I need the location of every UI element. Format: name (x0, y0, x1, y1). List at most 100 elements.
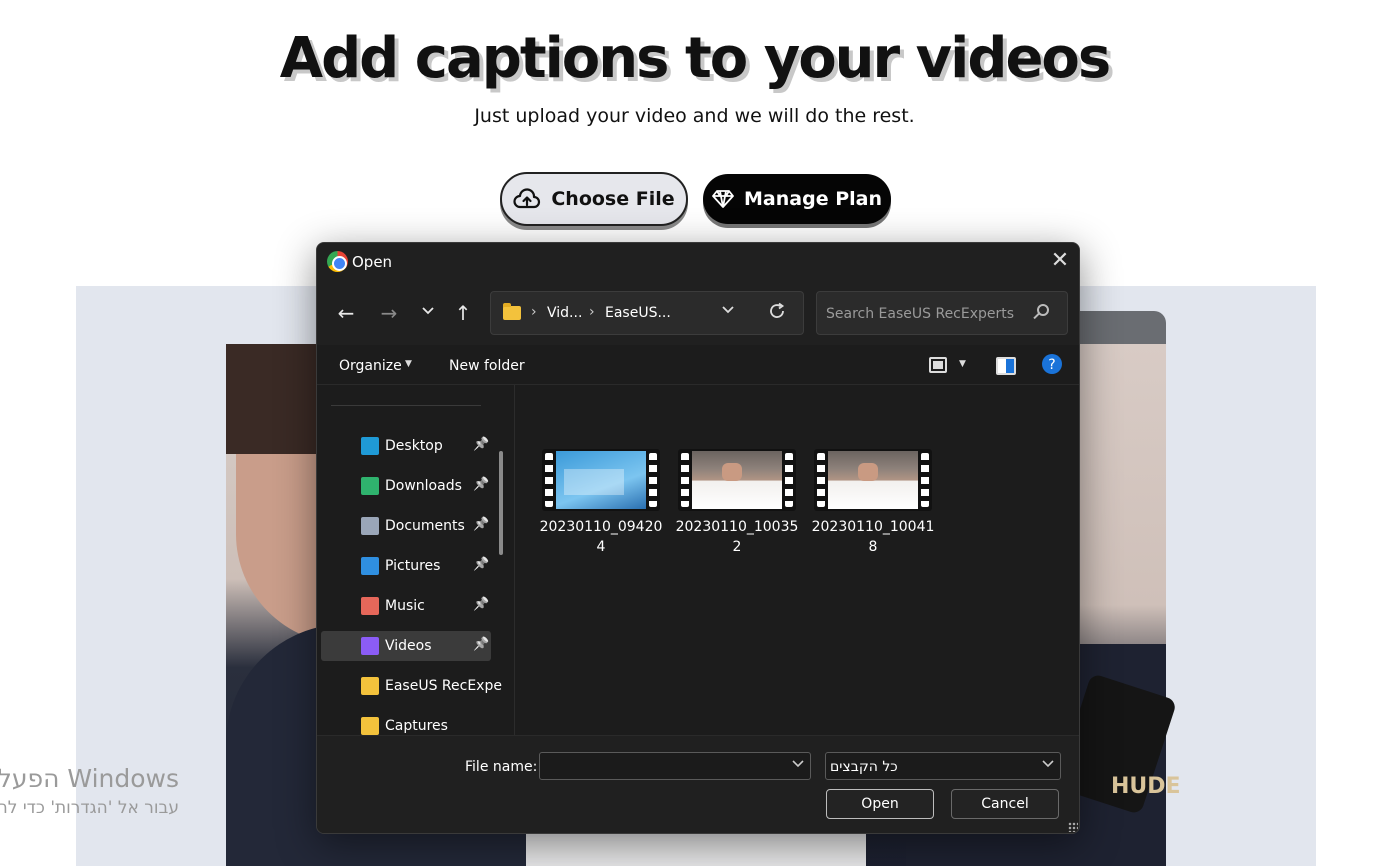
sidebar-item-label: Desktop (385, 438, 443, 454)
file-name-input[interactable] (539, 752, 811, 780)
windows-activation-title: הפעל את Windows (0, 764, 179, 793)
video-file-name[interactable]: 20230110_10041 8 (810, 517, 936, 557)
resize-grip-icon[interactable] (1068, 822, 1078, 832)
pictures-icon (361, 557, 379, 575)
video-file-thumbnail[interactable] (814, 449, 932, 511)
navigation-pane: Desktop 📌 Downloads 📌 Documents 📌 Pictures 📌 Mus… (317, 385, 515, 735)
view-mode-icon[interactable] (929, 357, 947, 373)
diamond-icon (712, 190, 734, 208)
folder-icon (361, 717, 379, 735)
choose-file-label: Choose File (551, 188, 675, 210)
pin-icon[interactable]: 📌 (473, 637, 489, 652)
folder-icon (503, 303, 521, 320)
view-mode-caret-icon[interactable]: ▼ (959, 359, 966, 369)
sidebar-item-pictures[interactable]: Pictures 📌 (321, 551, 491, 581)
video-file-name[interactable]: 20230110_10035 2 (674, 517, 800, 557)
breadcrumb-separator: › (531, 304, 537, 320)
sidebar-item-downloads[interactable]: Downloads 📌 (321, 471, 491, 501)
sidebar-item-videos[interactable]: Videos 📌 (321, 631, 491, 661)
video-file-name[interactable]: 20230110_09420 4 (538, 517, 664, 557)
back-arrow-icon[interactable]: ← (331, 301, 361, 325)
page-subtitle: Just upload your video and we will do th… (474, 105, 915, 127)
pin-icon[interactable]: 📌 (473, 597, 489, 612)
file-name-label: File name: (465, 759, 538, 775)
film-strip-icon (545, 453, 553, 507)
sidebar-item-desktop[interactable]: Desktop 📌 (321, 431, 491, 461)
file-type-select[interactable]: כל הקבצים (825, 752, 1061, 780)
open-file-dialog: Open ✕ ← → ↑ › Vid... › EaseUS... Search… (316, 242, 1080, 834)
organize-menu[interactable]: Organize (339, 358, 402, 374)
address-dropdown-icon[interactable] (721, 303, 735, 319)
sidebar-item-captures[interactable]: Captures (321, 711, 491, 735)
up-arrow-icon[interactable]: ↑ (448, 301, 478, 325)
pin-icon[interactable]: 📌 (473, 477, 489, 492)
choose-file-button[interactable]: Choose File (500, 172, 688, 226)
breadcrumb-easeus[interactable]: EaseUS... (605, 305, 671, 321)
search-icon[interactable] (1037, 304, 1049, 316)
sidebar-item-label: Videos (385, 638, 432, 654)
organize-caret-icon[interactable]: ▼ (405, 359, 412, 369)
cancel-button[interactable]: Cancel (951, 789, 1059, 819)
pin-icon[interactable]: 📌 (473, 557, 489, 572)
sidebar-item-label: Captures (385, 718, 448, 734)
sidebar-item-documents[interactable]: Documents 📌 (321, 511, 491, 541)
dialog-footer: File name: כל הקבצים Open Cancel (317, 735, 1079, 833)
video-frame-preview (828, 451, 918, 509)
file-name-line: 2 (732, 539, 742, 555)
breadcrumb-videos[interactable]: Vid... (547, 305, 582, 321)
sidebar-item-music[interactable]: Music 📌 (321, 591, 491, 621)
sidebar-divider (331, 405, 481, 406)
pin-icon[interactable]: 📌 (473, 517, 489, 532)
help-icon[interactable]: ? (1041, 353, 1063, 375)
file-list: 20230110_09420 4 20230110_10035 2 20230110_1… (516, 385, 1079, 735)
film-strip-icon (785, 453, 793, 507)
file-name-dropdown-icon[interactable] (792, 758, 804, 772)
search-box[interactable]: Search EaseUS RecExperts (816, 291, 1068, 335)
dialog-title: Open (352, 253, 393, 271)
sidebar-item-label: Music (385, 598, 425, 614)
video-file-thumbnail[interactable] (678, 449, 796, 511)
file-type-dropdown-icon[interactable] (1042, 758, 1054, 772)
documents-icon (361, 517, 379, 535)
video-frame-middle (526, 834, 866, 866)
search-placeholder: Search EaseUS RecExperts (826, 306, 1015, 322)
file-name-line: 4 (596, 539, 606, 555)
refresh-icon[interactable] (767, 301, 787, 326)
film-strip-icon (649, 453, 657, 507)
shirt-text: HUDE (1111, 774, 1181, 799)
file-name-line: 20230110_09420 (539, 519, 663, 535)
open-button[interactable]: Open (826, 789, 934, 819)
file-name-line: 8 (868, 539, 878, 555)
file-name-line: 20230110_10041 (811, 519, 935, 535)
address-bar[interactable]: › Vid... › EaseUS... (490, 291, 804, 335)
video-frame-preview (692, 451, 782, 509)
windows-activation-hint: עבור אל 'הגדרות' כדי להפעיל (0, 798, 179, 818)
manage-plan-button[interactable]: Manage Plan (703, 174, 891, 224)
video-frame-preview (556, 451, 646, 509)
sidebar-item-label: Downloads (385, 478, 462, 494)
chrome-icon (327, 251, 348, 272)
downloads-icon (361, 477, 379, 495)
cloud-upload-icon (513, 188, 541, 209)
breadcrumb-separator: › (589, 304, 595, 320)
close-icon[interactable]: ✕ (1049, 249, 1071, 273)
recent-locations-chevron-icon[interactable] (413, 299, 443, 323)
sidebar-scrollbar[interactable] (499, 451, 503, 555)
desktop-icon (361, 437, 379, 455)
film-strip-icon (817, 453, 825, 507)
pin-icon[interactable]: 📌 (473, 437, 489, 452)
videos-icon (361, 637, 379, 655)
video-file-thumbnail[interactable] (542, 449, 660, 511)
preview-pane-icon[interactable] (996, 357, 1016, 375)
dialog-toolbar: Organize ▼ New folder ▼ (317, 345, 1079, 385)
manage-plan-label: Manage Plan (744, 188, 882, 210)
sidebar-item-label: Pictures (385, 558, 441, 574)
new-folder-button[interactable]: New folder (449, 358, 525, 374)
film-strip-icon (681, 453, 689, 507)
folder-icon (361, 677, 379, 695)
sidebar-item-label: Documents (385, 518, 465, 534)
svg-text:?: ? (1048, 357, 1055, 373)
dialog-titlebar[interactable]: Open ✕ (317, 243, 1079, 281)
sidebar-item-easeus-recexpe[interactable]: EaseUS RecExpe (321, 671, 502, 701)
forward-arrow-icon[interactable]: → (374, 301, 404, 325)
